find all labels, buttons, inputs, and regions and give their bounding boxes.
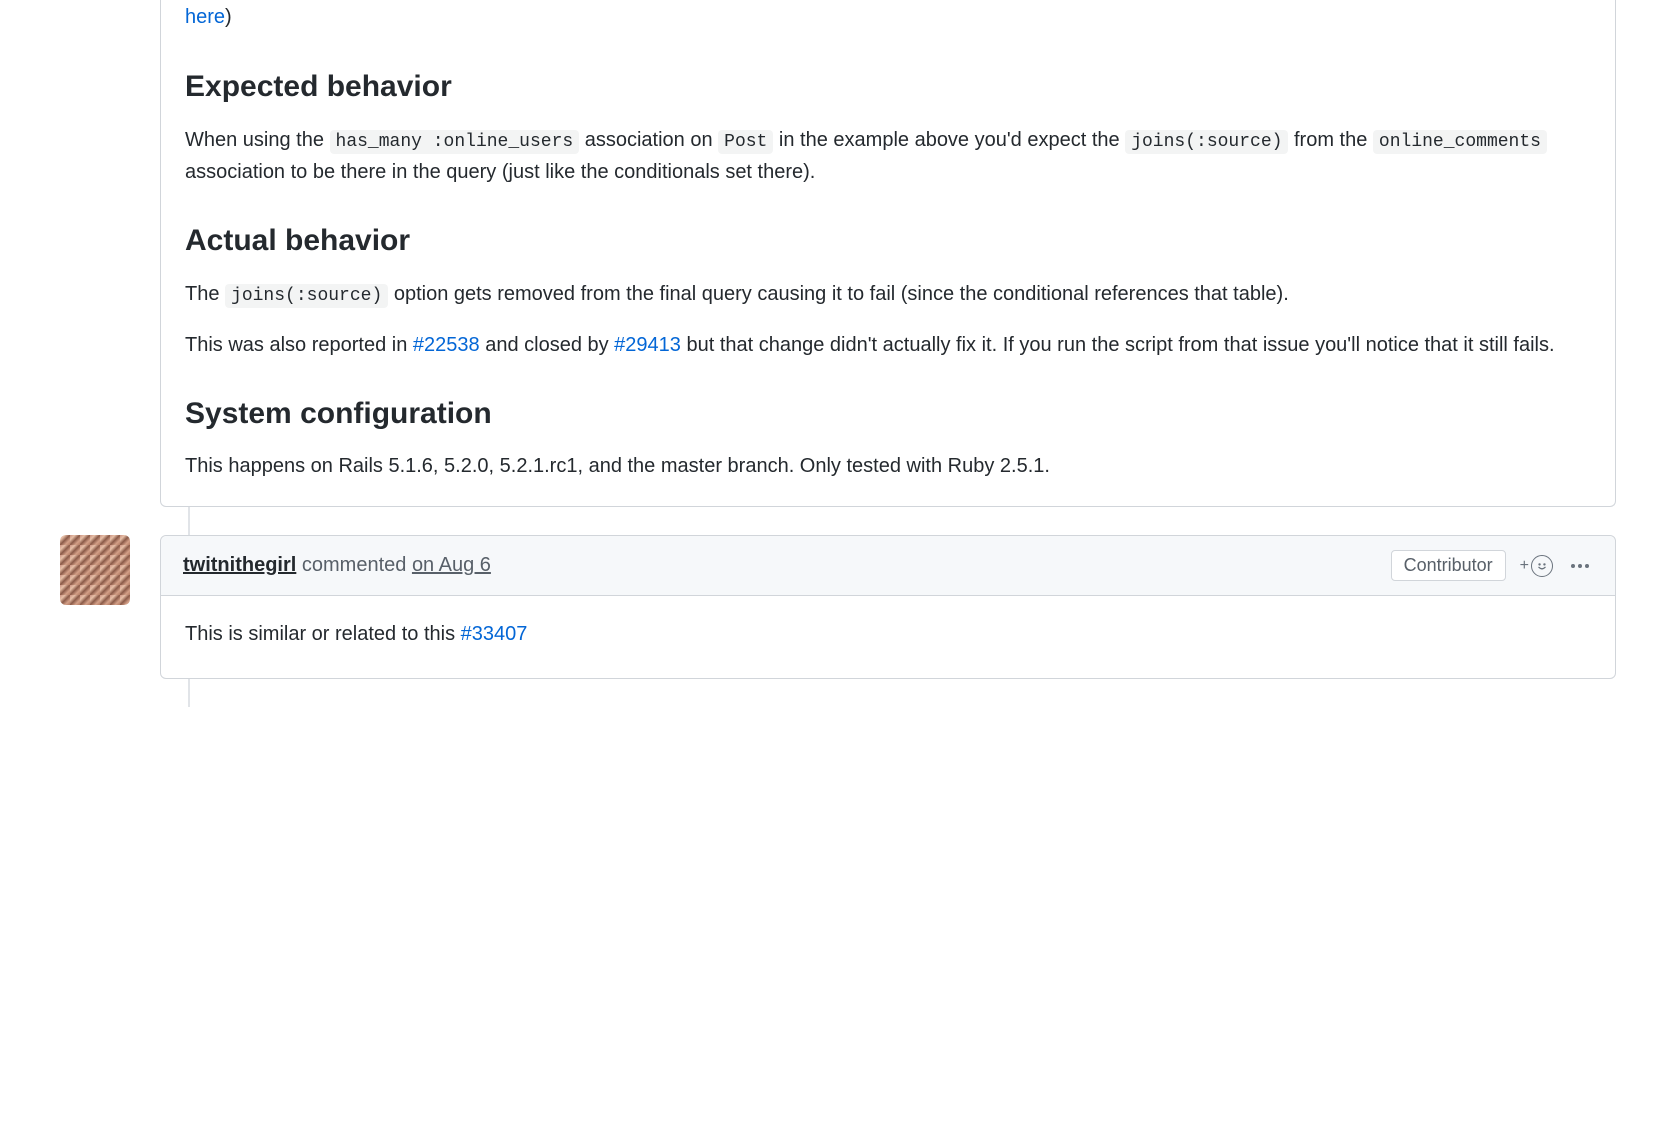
plus-icon: + — [1520, 557, 1529, 575]
issue-comment: here) Expected behavior When using the h… — [160, 0, 1616, 507]
issue-link-29413[interactable]: #29413 — [614, 334, 681, 356]
text: but that change didn't actually fix it. … — [681, 334, 1555, 356]
text: from the — [1288, 129, 1372, 151]
comment-byline: twitnithegirl commented on Aug 6 — [183, 554, 491, 577]
kebab-dot-icon — [1571, 564, 1575, 568]
heading-expected: Expected behavior — [185, 68, 1591, 106]
text: in the example above you'd expect the — [773, 129, 1125, 151]
actual-paragraph-2: This was also reported in #22538 and clo… — [185, 329, 1591, 361]
avatar[interactable] — [60, 535, 130, 605]
more-actions-button[interactable] — [1567, 560, 1593, 572]
contributor-badge: Contributor — [1391, 550, 1506, 581]
heading-system: System configuration — [185, 395, 1591, 433]
guidelines-link[interactable]: here — [185, 6, 225, 28]
reply-body: This is similar or related to this #3340… — [161, 596, 1615, 678]
system-paragraph: This happens on Rails 5.1.6, 5.2.0, 5.2.… — [185, 450, 1591, 482]
code-joins-1: joins(:source) — [1125, 130, 1288, 154]
truncated-intro: here) — [161, 0, 1615, 34]
reply-comment: twitnithegirl commented on Aug 6 Contrib… — [160, 535, 1616, 679]
kebab-dot-icon — [1585, 564, 1589, 568]
issue-link-33407[interactable]: #33407 — [461, 623, 528, 645]
smiley-icon — [1531, 555, 1553, 577]
kebab-dot-icon — [1578, 564, 1582, 568]
code-joins-2: joins(:source) — [225, 284, 388, 308]
add-reaction-button[interactable]: + — [1520, 555, 1553, 577]
author-link[interactable]: twitnithegirl — [183, 554, 296, 576]
code-online-comments: online_comments — [1373, 130, 1547, 154]
truncated-tail: ) — [225, 6, 232, 28]
comment-timestamp[interactable]: on Aug 6 — [412, 554, 491, 576]
actual-paragraph-1: The joins(:source) option gets removed f… — [185, 278, 1591, 311]
text: association to be there in the query (ju… — [185, 161, 815, 183]
code-post: Post — [718, 130, 773, 154]
text: This was also reported in — [185, 334, 413, 356]
comment-verb: commented — [296, 554, 412, 576]
text: and closed by — [480, 334, 615, 356]
code-has-many: has_many :online_users — [330, 130, 580, 154]
issue-body: Expected behavior When using the has_man… — [161, 68, 1615, 506]
text: association on — [579, 129, 718, 151]
text: This is similar or related to this — [185, 623, 461, 645]
text: The — [185, 283, 225, 305]
expected-paragraph: When using the has_many :online_users as… — [185, 124, 1591, 189]
text: option gets removed from the final query… — [388, 283, 1289, 305]
comment-header: twitnithegirl commented on Aug 6 Contrib… — [161, 536, 1615, 596]
text: When using the — [185, 129, 330, 151]
issue-link-22538[interactable]: #22538 — [413, 334, 480, 356]
heading-actual: Actual behavior — [185, 222, 1591, 260]
